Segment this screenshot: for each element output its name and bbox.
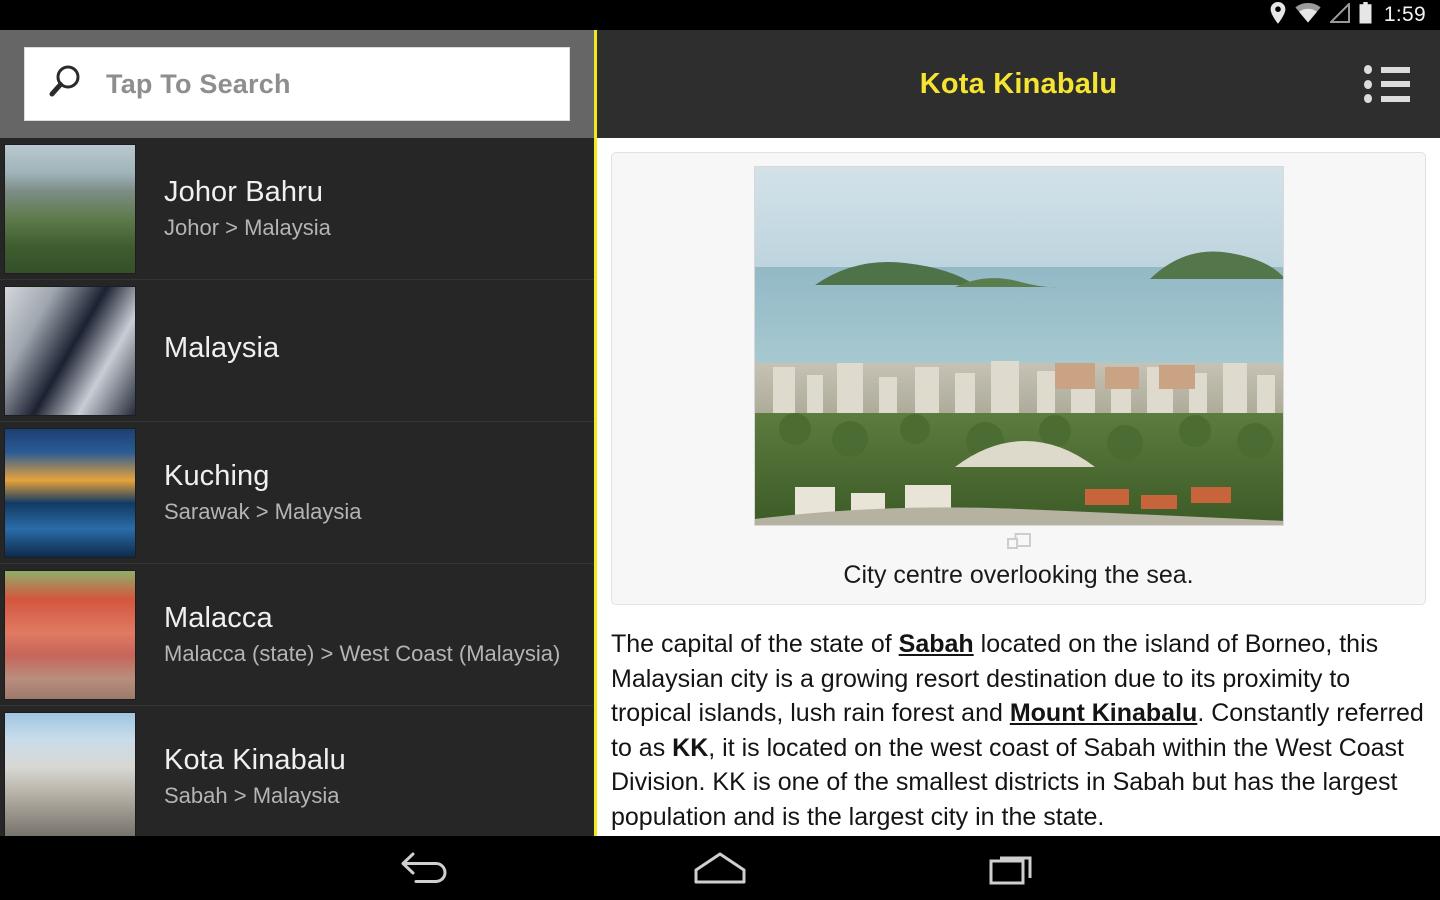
menu-row: [1364, 65, 1410, 74]
list-item-title: Johor Bahru: [164, 176, 324, 209]
list-item-subtitle: Johor > Malaysia: [164, 215, 331, 241]
list-item-text: Johor Bahru Johor > Malaysia: [164, 174, 331, 243]
thumbnail-image: [4, 569, 136, 700]
search-input[interactable]: Tap To Search: [24, 47, 570, 121]
list-item[interactable]: Kota Kinabalu Sabah > Malaysia: [0, 706, 594, 836]
list-item-text: Kota Kinabalu Sabah > Malaysia: [164, 742, 346, 811]
content-pane: Kota Kinabalu City centre overlooking th…: [597, 30, 1440, 836]
location-pin-icon: [1270, 1, 1286, 29]
menu-row: [1364, 79, 1410, 89]
list-item[interactable]: Malaysia: [0, 280, 594, 422]
back-icon[interactable]: [389, 841, 463, 895]
recents-icon[interactable]: [977, 841, 1051, 895]
list-item-title: Malaysia: [164, 332, 280, 365]
search-placeholder-text: Tap To Search: [106, 68, 291, 99]
list-item-title: Malacca: [164, 602, 273, 635]
list-item[interactable]: Malacca Malacca (state) > West Coast (Ma…: [0, 564, 594, 706]
app-header: Kota Kinabalu: [597, 30, 1440, 138]
list-item[interactable]: Johor Bahru Johor > Malaysia: [0, 138, 594, 280]
paragraph-1-part-1: The capital of the state of: [611, 630, 899, 658]
abbreviation-kk: KK: [672, 733, 709, 762]
app-window: Tap To Search Johor Bahru Johor > Malays…: [0, 30, 1440, 836]
wifi-icon: [1295, 2, 1321, 28]
link-sabah[interactable]: Sabah: [899, 630, 974, 658]
list-item-title: Kuching: [164, 460, 270, 493]
list-item-title: Kota Kinabalu: [164, 744, 346, 777]
list-item-text: Malacca Malacca (state) > West Coast (Ma…: [164, 600, 560, 669]
menu-row: [1364, 94, 1410, 103]
figure-caption: City centre overlooking the sea.: [843, 561, 1194, 589]
paragraph-1-part-4: , it is located on the west coast of Sab…: [611, 733, 1405, 831]
status-bar: 1:59: [0, 0, 1440, 30]
list-item[interactable]: Kuching Sarawak > Malaysia: [0, 422, 594, 564]
article-body[interactable]: City centre overlooking the sea. The cap…: [597, 138, 1440, 836]
android-nav-bar: [0, 836, 1440, 900]
list-item-text: Malaysia: [164, 330, 279, 370]
list-item-subtitle: Sarawak > Malaysia: [164, 499, 362, 525]
thumbnail-image: [4, 711, 136, 836]
article-paragraph-1: The capital of the state of Sabah locate…: [611, 627, 1426, 834]
figure-card[interactable]: City centre overlooking the sea.: [611, 152, 1426, 605]
city-list[interactable]: Johor Bahru Johor > Malaysia Malaysia Ku…: [0, 138, 594, 836]
thumbnail-image: [4, 143, 136, 274]
article-hero-image[interactable]: [753, 166, 1284, 526]
search-bar-container: Tap To Search: [0, 30, 594, 138]
enlarge-image-icon[interactable]: [1006, 533, 1031, 556]
thumbnail-image: [4, 285, 136, 416]
battery-icon: [1359, 1, 1372, 29]
status-time: 1:59: [1383, 3, 1426, 26]
link-mount-kinabalu[interactable]: Mount Kinabalu: [1010, 699, 1197, 727]
thumbnail-image: [4, 427, 136, 558]
page-title: Kota Kinabalu: [919, 67, 1118, 100]
search-icon: [47, 63, 84, 105]
list-item-text: Kuching Sarawak > Malaysia: [164, 458, 361, 527]
home-icon[interactable]: [683, 841, 757, 895]
list-item-subtitle: Malacca (state) > West Coast (Malaysia): [164, 641, 561, 667]
signal-icon: [1328, 1, 1350, 28]
list-menu-icon[interactable]: [1364, 61, 1410, 107]
sidebar-pane: Tap To Search Johor Bahru Johor > Malays…: [0, 30, 597, 836]
list-item-subtitle: Sabah > Malaysia: [164, 783, 340, 809]
